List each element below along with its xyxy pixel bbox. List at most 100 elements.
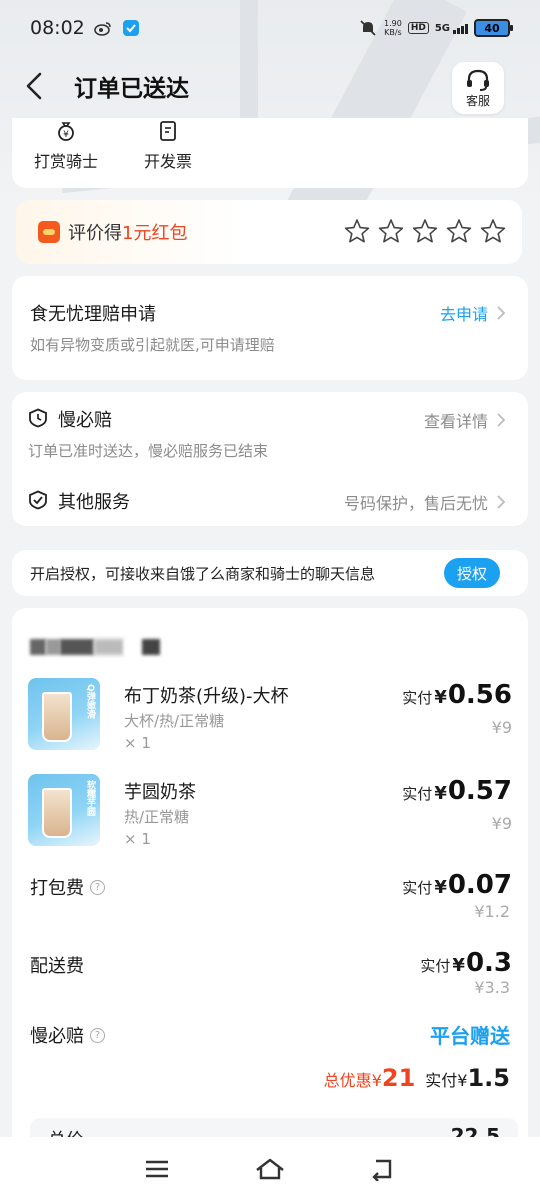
home-icon: [256, 1158, 284, 1179]
help-icon[interactable]: ?: [90, 1027, 105, 1043]
order-details-card: Q弹嫩滑 布丁奶茶(升级)-大杯 大杯/热/正常糖 × 1 实付 ¥ 0.56 …: [12, 608, 528, 1168]
packing-fee-row: 打包费 ?: [30, 874, 105, 900]
tip-rider-label: 打赏骑士: [34, 152, 99, 171]
paid-amount: 0.56: [447, 680, 512, 710]
services-card: 慢必赔 查看详情 订单已准时送达，慢必赔服务已结束 其他服务 号码保护，售后无忧: [12, 392, 528, 526]
item-spec: 热/正常糖: [124, 808, 190, 826]
headset-icon: [467, 69, 489, 91]
paid-label: 实付: [402, 689, 433, 707]
signal-bars-icon: [453, 23, 468, 34]
item-original-price: ¥9: [491, 814, 512, 833]
page-title: 订单已送达: [74, 76, 189, 102]
discount-amount: 21: [381, 1064, 416, 1092]
slow-pay-details-label: 查看详情: [423, 412, 488, 431]
product-tag: 软糯芋圆: [85, 780, 95, 816]
receipt-icon: [160, 121, 176, 141]
claim-card[interactable]: 食无忧理赔申请 去申请 如有异物变质或引起就医,可申请理赔: [12, 276, 528, 380]
item-name: 芋圆奶茶: [124, 782, 196, 803]
tip-rider-button[interactable]: ¥ 打赏骑士: [34, 120, 98, 172]
other-services-title: 其他服务: [58, 492, 130, 513]
currency-symbol: ¥: [434, 687, 447, 708]
discount-label: 总优惠: [323, 1071, 372, 1090]
slow-pay-details-link[interactable]: 查看详情: [424, 408, 506, 432]
currency-symbol: ¥: [434, 783, 447, 804]
rating-prefix: 评价得: [68, 223, 122, 244]
invoice-button[interactable]: 开发票: [144, 120, 192, 172]
menu-button[interactable]: [141, 1153, 173, 1185]
chevron-right-icon: [497, 306, 506, 320]
item-paid-price: 实付 ¥ 0.57: [402, 776, 512, 806]
network-speed-value: 1.90: [384, 19, 402, 28]
claim-title: 食无忧理赔申请: [30, 304, 156, 325]
red-packet-icon: [38, 221, 60, 243]
currency-symbol: ¥: [457, 1071, 468, 1090]
delivery-fee-original: ¥3.3: [474, 978, 510, 997]
star-icon[interactable]: [480, 218, 506, 244]
item-quantity: × 1: [124, 734, 151, 752]
svg-text:¥: ¥: [63, 130, 69, 140]
currency-symbol: ¥: [371, 1071, 382, 1090]
authorize-button[interactable]: 授权: [444, 558, 500, 588]
delivery-fee-row: 配送费: [30, 952, 84, 978]
claim-subtitle: 如有异物变质或引起就医,可申请理赔: [30, 336, 275, 354]
order-totals: 总优惠 ¥ 21 实付 ¥ 1.5: [324, 1064, 510, 1092]
chevron-right-icon: [497, 495, 506, 509]
battery-indicator: 40: [474, 19, 513, 37]
slow-pay-label: 慢必赔: [30, 1026, 84, 1047]
other-services-link[interactable]: 号码保护，售后无忧: [344, 490, 506, 514]
slow-pay-title: 慢必赔: [58, 410, 112, 431]
signal-type: 5G: [434, 22, 450, 34]
delivery-fee-paid: 实付 ¥ 0.3: [420, 948, 512, 978]
authorization-bar: 开启授权，可接收来自饿了么商家和骑士的聊天信息 授权: [12, 550, 528, 596]
shield-check-icon: [29, 490, 47, 510]
packing-fee-paid: 实付 ¥ 0.07: [402, 870, 512, 900]
other-services-label: 号码保护，售后无忧: [343, 494, 488, 513]
item-name: 布丁奶茶(升级)-大杯: [124, 686, 289, 707]
clock-icon: [29, 408, 47, 428]
signal-indicator: 5G: [435, 23, 468, 34]
status-bar: 08:02 1.90 KB/s HD 5G 40: [0, 0, 540, 56]
product-image: 软糯芋圆: [28, 774, 100, 846]
paid-label: 实付: [402, 879, 433, 897]
mute-icon: [358, 18, 378, 38]
back-nav-button[interactable]: [367, 1153, 399, 1185]
paid-label: 实付: [402, 785, 433, 803]
menu-icon: [145, 1160, 168, 1177]
order-item[interactable]: 软糯芋圆 芋圆奶茶 热/正常糖 × 1 实付 ¥ 0.57 ¥9: [28, 774, 512, 850]
help-icon[interactable]: ?: [90, 879, 105, 895]
paid-amount: 0.07: [447, 870, 512, 900]
status-time: 08:02: [30, 17, 85, 39]
paid-label: 实付: [420, 957, 451, 975]
star-icon[interactable]: [378, 218, 404, 244]
money-bag-icon: ¥: [58, 122, 74, 141]
customer-service-button[interactable]: 客服: [452, 62, 504, 114]
page-header: 订单已送达 客服: [0, 56, 540, 116]
chevron-right-icon: [497, 413, 506, 427]
star-icon[interactable]: [344, 218, 370, 244]
packing-fee-original: ¥1.2: [474, 902, 510, 921]
paid-amount: 0.57: [447, 776, 512, 806]
rating-reward: 1元红包: [122, 223, 188, 244]
shop-name-redacted[interactable]: [30, 636, 160, 658]
item-quantity: × 1: [124, 830, 151, 848]
item-original-price: ¥9: [491, 718, 512, 737]
star-icon[interactable]: [446, 218, 472, 244]
customer-service-label: 客服: [465, 93, 490, 108]
authorization-text: 开启授权，可接收来自饿了么商家和骑士的聊天信息: [30, 564, 376, 583]
back-button[interactable]: [14, 66, 54, 106]
network-speed-unit: KB/s: [384, 28, 402, 37]
rating-prompt: 评价得1元红包: [68, 219, 187, 245]
total-paid-amount: 1.5: [467, 1064, 510, 1092]
rating-card: 评价得1元红包: [16, 200, 522, 264]
paid-amount: 0.3: [465, 948, 512, 978]
currency-symbol: ¥: [434, 877, 447, 898]
home-button[interactable]: [254, 1153, 286, 1185]
network-speed: 1.90 KB/s: [384, 19, 402, 37]
slow-pay-value: 平台赠送: [430, 1024, 510, 1048]
claim-apply-link[interactable]: 去申请: [440, 301, 506, 325]
product-image: Q弹嫩滑: [28, 678, 100, 750]
packing-fee-label: 打包费: [30, 878, 84, 899]
weibo-icon: [93, 18, 113, 38]
order-item[interactable]: Q弹嫩滑 布丁奶茶(升级)-大杯 大杯/热/正常糖 × 1 实付 ¥ 0.56 …: [28, 678, 512, 754]
star-icon[interactable]: [412, 218, 438, 244]
